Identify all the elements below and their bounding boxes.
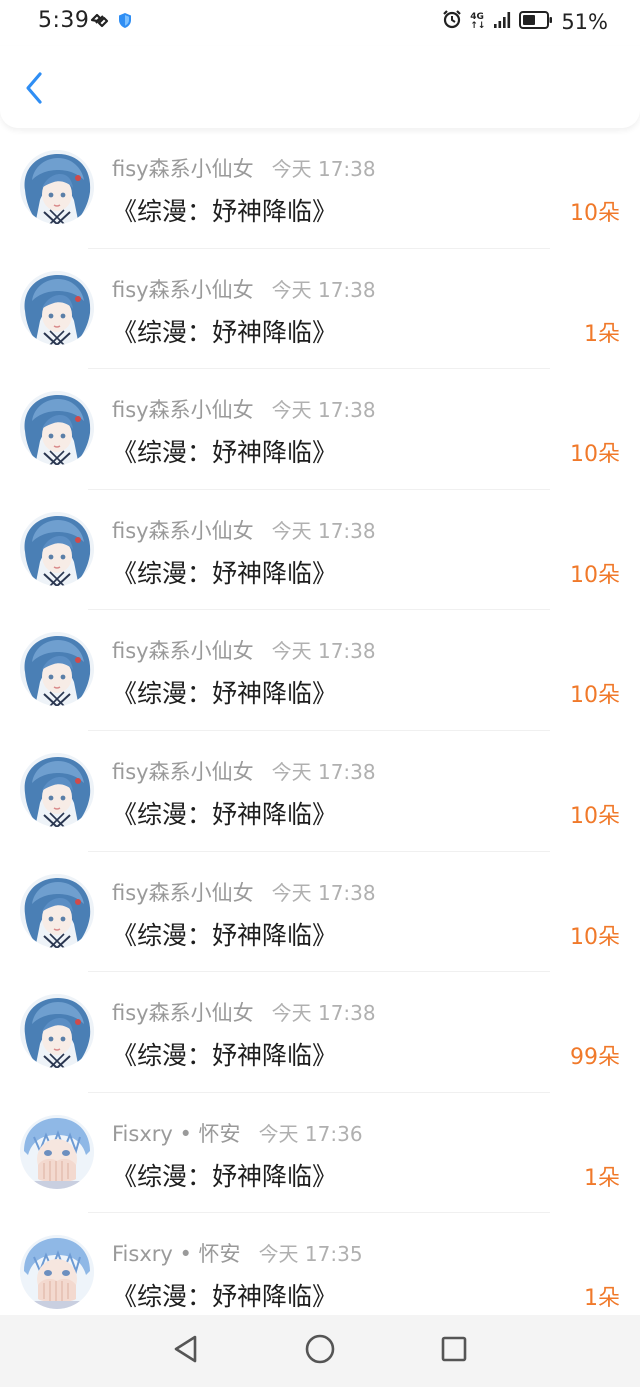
sender-name: fisy森系小仙女 今天 17:38 [112,635,376,665]
book-title: 《综漫：妤神降临》 [112,1041,338,1071]
avatar[interactable] [20,873,94,948]
avatar[interactable] [20,150,94,224]
timestamp: 今天 17:38 [271,157,376,181]
sender-name-text: fisy森系小仙女 [112,880,254,905]
list-item[interactable]: fisy森系小仙女 今天 17:38 《综漫：妤神降临》 10朵 [0,852,640,973]
home-circle-icon [304,1333,336,1369]
list-item[interactable]: fisy森系小仙女 今天 17:38 《综漫：妤神降临》 10朵 [0,731,640,852]
back-button[interactable] [18,70,50,110]
avatar[interactable] [20,632,94,707]
list-item[interactable]: fisy森系小仙女 今天 17:38 《综漫：妤神降临》 10朵 [0,610,640,731]
nav-home-button[interactable] [300,1331,340,1371]
avatar[interactable] [20,511,94,586]
sender-name-text: fisy森系小仙女 [112,759,254,784]
avatar[interactable] [20,994,94,1069]
gift-amount: 1朵 [584,1165,620,1191]
timestamp: 今天 17:38 [271,277,376,302]
timestamp: 今天 17:38 [271,518,376,543]
avatar[interactable] [20,391,94,466]
list-item[interactable]: fisy森系小仙女 今天 17:38 《综漫：妤神降临》 99朵 [0,972,640,1093]
recents-square-icon [440,1335,468,1367]
avatar[interactable] [20,752,94,827]
book-title: 《综漫：妤神降临》 [112,197,338,226]
book-title: 《综漫：妤神降临》 [112,679,338,709]
sender-name: fisy森系小仙女 今天 17:38 [112,394,376,424]
nav-back-button[interactable] [166,1331,206,1371]
gift-amount: 99朵 [570,1045,620,1071]
timestamp: 今天 17:38 [271,639,376,664]
chevron-left-icon [24,71,44,109]
gift-amount: 10朵 [570,562,620,588]
page: 5:39 4G ↑↓ 51% fisy森系小仙女 今天 17:38 《综漫：妤神… [0,0,640,1387]
gift-amount: 1朵 [584,321,620,347]
sender-name-text: Fisxry • 怀安 [112,1121,241,1146]
avatar[interactable] [20,270,94,345]
sender-name-text: fisy森系小仙女 [112,518,254,543]
shield-icon [118,12,132,33]
gift-amount: 10朵 [570,201,620,226]
sender-name-text: fisy森系小仙女 [112,398,254,423]
sender-name: fisy森系小仙女 今天 17:38 [112,877,376,907]
avatar[interactable] [20,1114,94,1189]
status-left-icons [90,11,132,33]
book-title: 《综漫：妤神降临》 [112,799,338,829]
sender-name: fisy森系小仙女 今天 17:38 [112,153,376,183]
battery-icon [519,10,553,34]
book-title: 《综漫：妤神降临》 [112,1161,338,1191]
book-title: 《综漫：妤神降临》 [112,438,338,468]
sender-name-text: fisy森系小仙女 [112,639,254,664]
network-arrows: ↑↓ [470,20,486,31]
sender-name-text: fisy森系小仙女 [112,1001,254,1026]
sender-name-text: fisy森系小仙女 [112,277,254,302]
book-title: 《综漫：妤神降临》 [112,317,338,347]
back-triangle-icon [172,1334,200,1368]
gift-amount: 10朵 [570,803,620,829]
timestamp: 今天 17:38 [271,759,376,784]
header [0,46,640,128]
list-item[interactable]: fisy森系小仙女 今天 17:38 《综漫：妤神降临》 10朵 [0,128,640,249]
status-time: 5:39 [38,8,90,33]
timestamp: 今天 17:36 [258,1121,363,1146]
nav-recents-button[interactable] [434,1331,474,1371]
system-nav-bar [0,1315,640,1387]
sender-name: Fisxry • 怀安 今天 17:35 [112,1238,363,1268]
sender-name: Fisxry • 怀安 今天 17:36 [112,1118,363,1148]
book-title: 《综漫：妤神降临》 [112,1282,338,1312]
link-icon [90,11,110,33]
gift-amount: 1朵 [584,1286,620,1312]
signal-icon [493,10,511,34]
timestamp: 今天 17:38 [271,398,376,423]
list-item[interactable]: fisy森系小仙女 今天 17:38 《综漫：妤神降临》 10朵 [0,369,640,490]
book-title: 《综漫：妤神降临》 [112,558,338,588]
sender-name-text: fisy森系小仙女 [112,157,254,181]
alarm-icon [442,9,462,34]
timestamp: 今天 17:38 [271,1001,376,1026]
gift-amount: 10朵 [570,683,620,709]
list-item[interactable]: Fisxry • 怀安 今天 17:36 《综漫：妤神降临》 1朵 [0,1093,640,1214]
gift-amount: 10朵 [570,924,620,950]
status-right: 4G ↑↓ 51% [442,9,608,34]
gift-record-list: fisy森系小仙女 今天 17:38 《综漫：妤神降临》 10朵 fisy森系小仙女今… [0,128,640,1334]
sender-name-text: Fisxry • 怀安 [112,1242,241,1267]
sender-name: fisy森系小仙女 今天 17:38 [112,515,376,545]
list-item[interactable]: fisy森系小仙女 今天 17:38 《综漫：妤神降临》 10朵 [0,490,640,611]
list-item[interactable]: fisy森系小仙女 今天 17:38 《综漫：妤神降临》 1朵 [0,249,640,370]
sender-name: fisy森系小仙女 今天 17:38 [112,997,376,1027]
timestamp: 今天 17:38 [271,880,376,905]
timestamp: 今天 17:35 [258,1242,363,1267]
status-bar: 5:39 4G ↑↓ 51% [0,0,640,46]
battery-percent: 51% [561,9,608,34]
book-title: 《综漫：妤神降临》 [112,920,338,950]
sender-name: fisy森系小仙女 今天 17:38 [112,274,376,304]
gift-amount: 10朵 [570,442,620,468]
sender-name: fisy森系小仙女 今天 17:38 [112,756,376,786]
avatar[interactable] [20,1235,94,1310]
network-label: 4G ↑↓ [470,12,486,31]
